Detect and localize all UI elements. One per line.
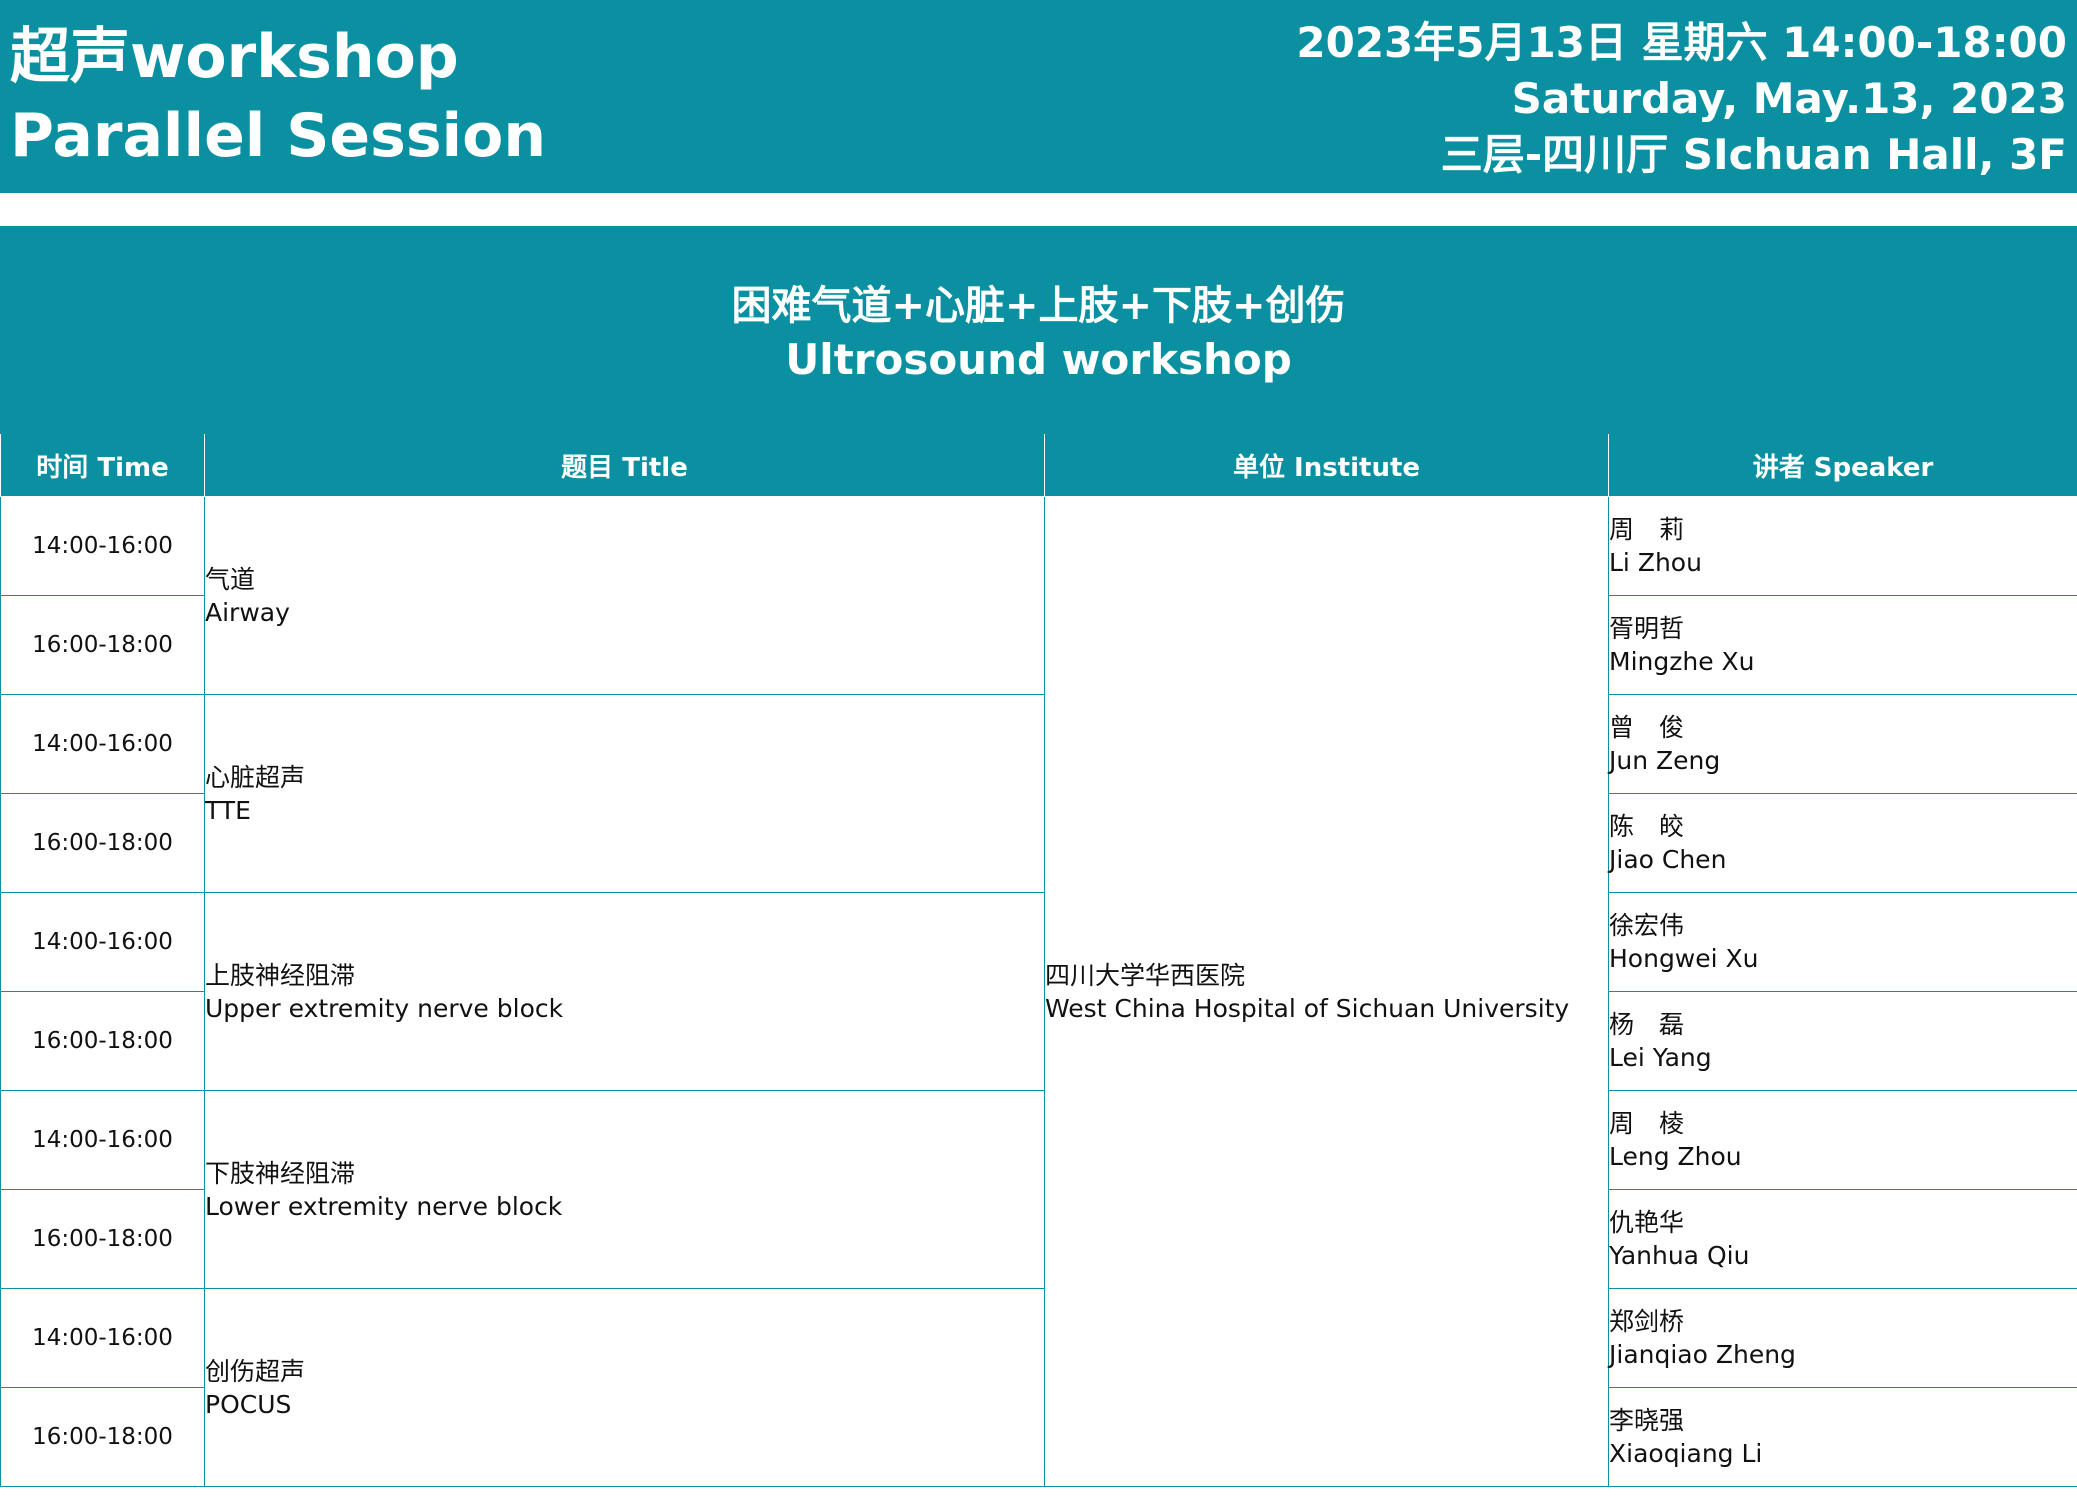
speaker-name-en: Mingzhe Xu [1609, 647, 1755, 676]
speaker-name-zh: 陈 皎 [1609, 812, 1685, 841]
speaker-name-en: Li Zhou [1609, 548, 1702, 577]
topic-zh: 气道 [205, 564, 256, 594]
speaker-name-en: Lei Yang [1609, 1043, 1712, 1072]
column-header-speaker: 讲者 Speaker [1608, 434, 2077, 497]
speaker-name-zh: 杨 磊 [1609, 1010, 1685, 1039]
speaker-name-en: Yanhua Qiu [1609, 1241, 1750, 1270]
time-cell: 14:00-16:00 [0, 1090, 205, 1190]
topic-en: POCUS [205, 1389, 292, 1419]
time-cell: 16:00-18:00 [0, 595, 205, 695]
speaker-name-zh: 仇艳华 [1609, 1208, 1685, 1237]
speaker-name-en: Jun Zeng [1609, 746, 1721, 775]
topic-en: TTE [205, 795, 251, 825]
time-cell: 14:00-16:00 [0, 694, 205, 794]
speaker-cell: 周 棱 Leng Zhou [1608, 1090, 2077, 1190]
time-cell: 14:00-16:00 [0, 1288, 205, 1388]
topic-cell: 下肢神经阻滞 Lower extremity nerve block [204, 1090, 1045, 1289]
speaker-name-zh: 胥明哲 [1609, 614, 1685, 643]
column-header-time: 时间 Time [0, 434, 205, 497]
session-title-zh: 困难气道+心脏+上肢+下肢+创伤 [731, 283, 1346, 329]
institute-en: West China Hospital of Sichuan Universit… [1045, 993, 1570, 1023]
speaker-name-zh: 曾 俊 [1609, 713, 1685, 742]
topic-en: Airway [205, 597, 290, 627]
speaker-name-en: Jiao Chen [1609, 845, 1727, 874]
speaker-name-en: Hongwei Xu [1609, 944, 1759, 973]
topic-zh: 创伤超声 [205, 1356, 306, 1386]
event-header: 超声workshop Parallel Session 2023年5月13日 星… [0, 0, 2077, 193]
speaker-cell: 曾 俊 Jun Zeng [1608, 694, 2077, 794]
speaker-name-en: Xiaoqiang Li [1609, 1439, 1763, 1468]
event-title-line2: Parallel Session [10, 101, 547, 171]
table-row: 14:00-16:00 心脏超声 TTE 曾 俊 Jun Zeng [0, 694, 2077, 893]
speaker-cell: 徐宏伟 Hongwei Xu [1608, 892, 2077, 992]
time-cell: 16:00-18:00 [0, 991, 205, 1091]
time-cell: 14:00-16:00 [0, 892, 205, 992]
time-cell: 14:00-16:00 [0, 496, 205, 596]
topic-cell: 心脏超声 TTE [204, 694, 1045, 893]
column-header-institute: 单位 Institute [1044, 434, 1609, 497]
speaker-name-zh: 徐宏伟 [1609, 911, 1685, 940]
session-banner: 困难气道+心脏+上肢+下肢+创伤 Ultrosound workshop [0, 226, 2077, 434]
speaker-cell: 胥明哲 Mingzhe Xu [1608, 595, 2077, 695]
institute-zh: 四川大学华西医院 [1045, 960, 1246, 990]
speaker-name-en: Jianqiao Zheng [1609, 1340, 1796, 1369]
topic-cell: 气道 Airway [204, 496, 1045, 695]
topic-zh: 心脏超声 [205, 762, 306, 792]
speaker-name-zh: 郑剑桥 [1609, 1307, 1685, 1336]
event-info: 2023年5月13日 星期六 14:00-18:00 Saturday, May… [1296, 15, 2067, 183]
event-date-zh: 2023年5月13日 星期六 14:00-18:00 [1296, 18, 2067, 67]
speaker-name-zh: 李晓强 [1609, 1406, 1685, 1435]
topic-cell: 上肢神经阻滞 Upper extremity nerve block [204, 892, 1045, 1091]
speaker-name-zh: 周 莉 [1609, 515, 1685, 544]
topic-zh: 下肢神经阻滞 [205, 1158, 356, 1188]
speaker-cell: 周 莉 Li Zhou [1608, 496, 2077, 596]
topic-cell: 创伤超声 POCUS [204, 1288, 1045, 1487]
topic-en: Upper extremity nerve block [205, 993, 564, 1023]
table-header-row: 时间 Time 题目 Title 单位 Institute 讲者 Speaker [0, 434, 2077, 497]
table-row: 14:00-16:00 上肢神经阻滞 Upper extremity nerve… [0, 892, 2077, 1091]
time-cell: 16:00-18:00 [0, 1189, 205, 1289]
topic-en: Lower extremity nerve block [205, 1191, 563, 1221]
table-row: 14:00-16:00 创伤超声 POCUS 郑剑桥 Jianqiao Zhen… [0, 1288, 2077, 1487]
topic-zh: 上肢神经阻滞 [205, 960, 356, 990]
column-header-title: 题目 Title [204, 434, 1045, 497]
session-title-en: Ultrosound workshop [785, 335, 1292, 384]
table-row: 14:00-16:00 下肢神经阻滞 Lower extremity nerve… [0, 1090, 2077, 1289]
speaker-name-en: Leng Zhou [1609, 1142, 1742, 1171]
speaker-cell: 仇艳华 Yanhua Qiu [1608, 1189, 2077, 1289]
table-row: 14:00-16:00 气道 Airway 四川大学华西医院 West Chin… [0, 496, 2077, 1487]
time-cell: 16:00-18:00 [0, 1387, 205, 1487]
event-venue: 三层-四川厅 SIchuan Hall, 3F [1440, 130, 2067, 179]
schedule-table: 时间 Time 题目 Title 单位 Institute 讲者 Speaker… [0, 434, 2077, 1487]
speaker-cell: 李晓强 Xiaoqiang Li [1608, 1387, 2077, 1487]
speaker-cell: 郑剑桥 Jianqiao Zheng [1608, 1288, 2077, 1388]
institute-cell: 四川大学华西医院 West China Hospital of Sichuan … [1044, 496, 1609, 1487]
event-date-en: Saturday, May.13, 2023 [1511, 74, 2067, 123]
event-title: 超声workshop Parallel Session [10, 18, 546, 176]
speaker-cell: 陈 皎 Jiao Chen [1608, 793, 2077, 893]
event-title-line1: 超声workshop [10, 22, 459, 92]
speaker-cell: 杨 磊 Lei Yang [1608, 991, 2077, 1091]
time-cell: 16:00-18:00 [0, 793, 205, 893]
speaker-name-zh: 周 棱 [1609, 1109, 1685, 1138]
